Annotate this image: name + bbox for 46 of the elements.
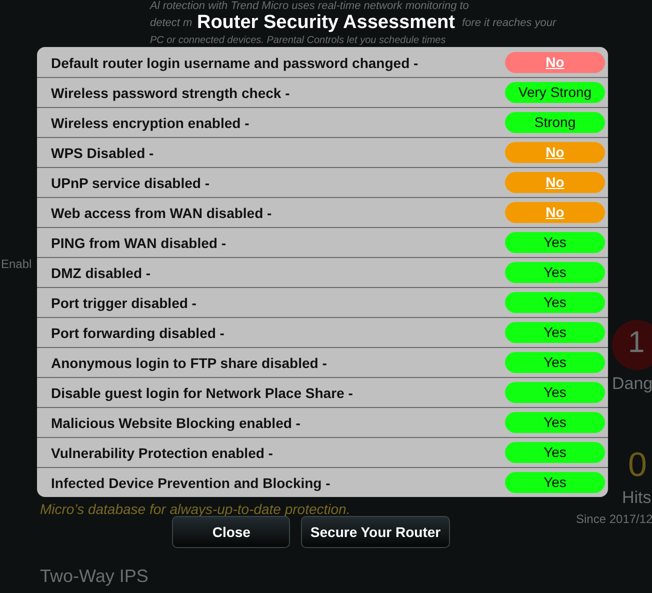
result-link[interactable]: No	[505, 172, 605, 193]
result-badge: Yes	[505, 352, 605, 373]
background-text: Hits	[622, 488, 652, 508]
hits-count: 0	[628, 446, 647, 485]
check-label: Disable guest login for Network Place Share -	[51, 384, 353, 400]
section-title: Two-Way IPS	[40, 566, 148, 587]
background-text: Since 2017/12	[576, 512, 652, 526]
dialog-title: Router Security Assessment	[196, 12, 455, 35]
background-text: Micro’s database for always-up-to-date protection.	[40, 501, 350, 517]
result-badge: Very Strong	[505, 82, 605, 103]
check-label: Vulnerability Protection enabled -	[51, 444, 273, 460]
check-label: DMZ disabled -	[51, 264, 151, 280]
result-badge: Yes	[505, 292, 605, 313]
check-label: Anonymous login to FTP share disabled -	[51, 354, 327, 370]
check-label: Default router login username and password changed -	[51, 54, 418, 70]
check-label: Malicious Website Blocking enabled -	[51, 414, 300, 430]
background-text: Al rotection with Trend Micro uses real-time network monitoring to	[150, 0, 469, 12]
result-link[interactable]: No	[505, 52, 605, 73]
result-badge: Yes	[505, 442, 605, 463]
background-text: Enabl	[1, 257, 32, 271]
result-badge: Yes	[505, 472, 605, 493]
result-badge: Strong	[505, 112, 605, 133]
check-label: Wireless encryption enabled -	[51, 114, 250, 130]
check-label: UPnP service disabled -	[51, 174, 210, 190]
check-label: Port trigger disabled -	[51, 294, 196, 310]
check-label: PING from WAN disabled -	[51, 234, 226, 250]
close-button[interactable]: Close	[172, 516, 290, 548]
background-text: fore it reaches your	[462, 17, 556, 29]
check-label: Infected Device Prevention and Blocking -	[51, 474, 330, 490]
secure-router-button[interactable]: Secure Your Router	[301, 516, 450, 548]
background-text: PC or connected devices. Parental Controls let you schedule times	[150, 35, 446, 46]
result-link[interactable]: No	[505, 142, 605, 163]
result-badge: Yes	[505, 232, 605, 253]
check-label: Port forwarding disabled -	[51, 324, 224, 340]
background-text: Dang	[612, 374, 652, 394]
danger-circle	[612, 320, 652, 370]
result-badge: Yes	[505, 382, 605, 403]
result-badge: Yes	[505, 412, 605, 433]
check-label: WPS Disabled -	[51, 144, 154, 160]
result-badge: Yes	[505, 322, 605, 343]
check-label: Wireless password strength check -	[51, 84, 290, 100]
result-badge: Yes	[505, 262, 605, 283]
danger-count: 1	[628, 326, 645, 360]
result-link[interactable]: No	[505, 202, 605, 223]
check-label: Web access from WAN disabled -	[51, 204, 272, 220]
background-text: detect m	[150, 17, 192, 29]
